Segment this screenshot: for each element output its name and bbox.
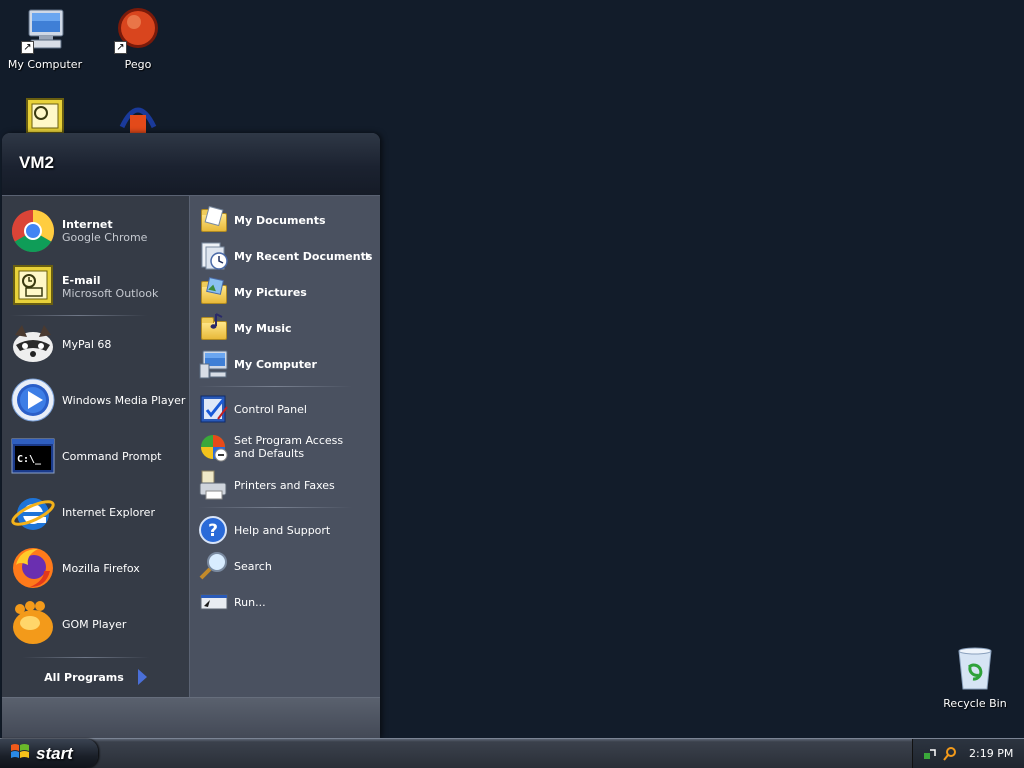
pego-icon: ↗ <box>114 6 162 54</box>
desktop-icon-label: Pego <box>124 58 152 71</box>
network-icon[interactable] <box>923 747 937 761</box>
all-programs-button[interactable]: All Programs <box>2 657 189 691</box>
place-title: My Music <box>234 321 292 335</box>
svg-text:C:\_: C:\_ <box>17 454 42 465</box>
shortcut-arrow-icon: ↗ <box>114 41 127 54</box>
system-title: Set Program Access and Defaults <box>234 434 344 460</box>
recent-program-title: Mozilla Firefox <box>62 561 140 575</box>
recent-program-mypal[interactable]: MyPal 68 <box>2 316 189 372</box>
firefox-icon <box>10 545 56 591</box>
place-title: My Documents <box>234 213 326 227</box>
start-menu-left-pane: Internet Google Chrome E-mail Microsoft … <box>2 196 189 697</box>
desktop-icon-pego[interactable]: ↗ Pego <box>98 6 178 71</box>
pictures-folder-icon <box>198 276 230 308</box>
search-icon <box>198 550 230 582</box>
start-menu-header: VM2 <box>2 133 380 196</box>
pinned-item-email[interactable]: E-mail Microsoft Outlook <box>2 259 189 315</box>
place-my-pictures[interactable]: My Pictures <box>190 274 380 310</box>
recent-program-title: MyPal 68 <box>62 337 112 351</box>
windows-logo-icon <box>10 743 30 764</box>
arrow-right-icon <box>137 669 147 685</box>
divider <box>198 386 352 387</box>
submenu-arrow-icon <box>366 252 370 260</box>
recent-program-title: Internet Explorer <box>62 505 155 519</box>
start-label: start <box>36 743 73 763</box>
tool-title: Run... <box>234 595 266 609</box>
divider <box>22 657 149 658</box>
chrome-icon <box>10 208 56 254</box>
my-computer-icon: ↗ <box>21 6 69 54</box>
system-set-program-access[interactable]: Set Program Access and Defaults <box>190 427 380 467</box>
system-control-panel[interactable]: Control Panel <box>190 391 380 427</box>
tool-help-and-support[interactable]: ? Help and Support <box>190 512 380 548</box>
tool-title: Help and Support <box>234 523 331 537</box>
recycle-bin-icon <box>951 645 999 693</box>
system-title: Printers and Faxes <box>234 478 335 492</box>
place-my-music[interactable]: My Music <box>190 310 380 346</box>
recent-program-internet-explorer[interactable]: Internet Explorer <box>2 484 189 540</box>
pinned-item-subtitle: Google Chrome <box>62 231 148 244</box>
divider <box>198 507 352 508</box>
pinned-item-subtitle: Microsoft Outlook <box>62 287 159 300</box>
gom-player-icon <box>10 601 56 647</box>
system-title: Control Panel <box>234 402 307 416</box>
start-menu-body: Internet Google Chrome E-mail Microsoft … <box>2 196 380 697</box>
clock[interactable]: 2:19 PM <box>969 747 1013 760</box>
place-my-computer[interactable]: My Computer <box>190 346 380 382</box>
desktop-icon-label: My Computer <box>7 58 83 71</box>
tool-run[interactable]: Run... <box>190 584 380 620</box>
media-player-icon <box>10 377 56 423</box>
documents-folder-icon <box>198 204 230 236</box>
desktop-icon-recycle-bin[interactable]: Recycle Bin <box>935 645 1015 710</box>
all-programs-label: All Programs <box>44 670 124 684</box>
desktop-icon-my-computer[interactable]: ↗ My Computer <box>5 6 85 71</box>
recent-program-gom-player[interactable]: GOM Player <box>2 596 189 652</box>
internet-explorer-icon <box>10 489 56 535</box>
run-icon <box>198 586 230 618</box>
recycle-bin-label: Recycle Bin <box>943 697 1007 710</box>
recent-program-firefox[interactable]: Mozilla Firefox <box>2 540 189 596</box>
tool-search[interactable]: Search <box>190 548 380 584</box>
svg-text:?: ? <box>208 521 218 541</box>
help-icon: ? <box>198 514 230 546</box>
music-folder-icon <box>198 312 230 344</box>
recent-program-media-player[interactable]: Windows Media Player <box>2 372 189 428</box>
place-my-documents[interactable]: My Documents <box>190 202 380 238</box>
place-title: My Computer <box>234 357 317 371</box>
recent-documents-icon <box>198 240 230 272</box>
start-button[interactable]: start <box>0 739 98 768</box>
shortcut-arrow-icon: ↗ <box>21 41 34 54</box>
start-menu: VM2 Internet Google Chrome E-mail Micros… <box>2 133 380 738</box>
place-title: My Pictures <box>234 285 307 299</box>
user-name: VM2 <box>19 153 54 172</box>
control-panel-icon <box>198 393 230 425</box>
place-my-recent-documents[interactable]: My Recent Documents <box>190 238 380 274</box>
taskbar: start 2:19 PM <box>0 738 1024 768</box>
printer-icon <box>198 469 230 501</box>
system-printers-and-faxes[interactable]: Printers and Faxes <box>190 467 380 503</box>
tool-title: Search <box>234 559 272 573</box>
my-computer-icon <box>198 348 230 380</box>
pinned-item-title: Internet <box>62 218 113 231</box>
outlook-icon <box>10 264 56 310</box>
search-tray-icon[interactable] <box>943 746 957 761</box>
start-menu-footer <box>2 697 380 738</box>
command-prompt-icon: C:\_ <box>10 433 56 479</box>
program-access-icon <box>198 431 230 463</box>
recent-program-title: Windows Media Player <box>62 393 186 407</box>
start-menu-right-pane: My Documents My Recent Documents My Pict… <box>189 196 380 697</box>
recent-program-title: Command Prompt <box>62 449 162 463</box>
pinned-item-title: E-mail <box>62 274 101 287</box>
recent-program-command-prompt[interactable]: C:\_ Command Prompt <box>2 428 189 484</box>
mypal-icon <box>10 321 56 367</box>
system-tray: 2:19 PM <box>912 739 1024 768</box>
recent-program-title: GOM Player <box>62 617 127 631</box>
pinned-item-internet[interactable]: Internet Google Chrome <box>2 203 189 259</box>
place-title: My Recent Documents <box>234 249 373 263</box>
